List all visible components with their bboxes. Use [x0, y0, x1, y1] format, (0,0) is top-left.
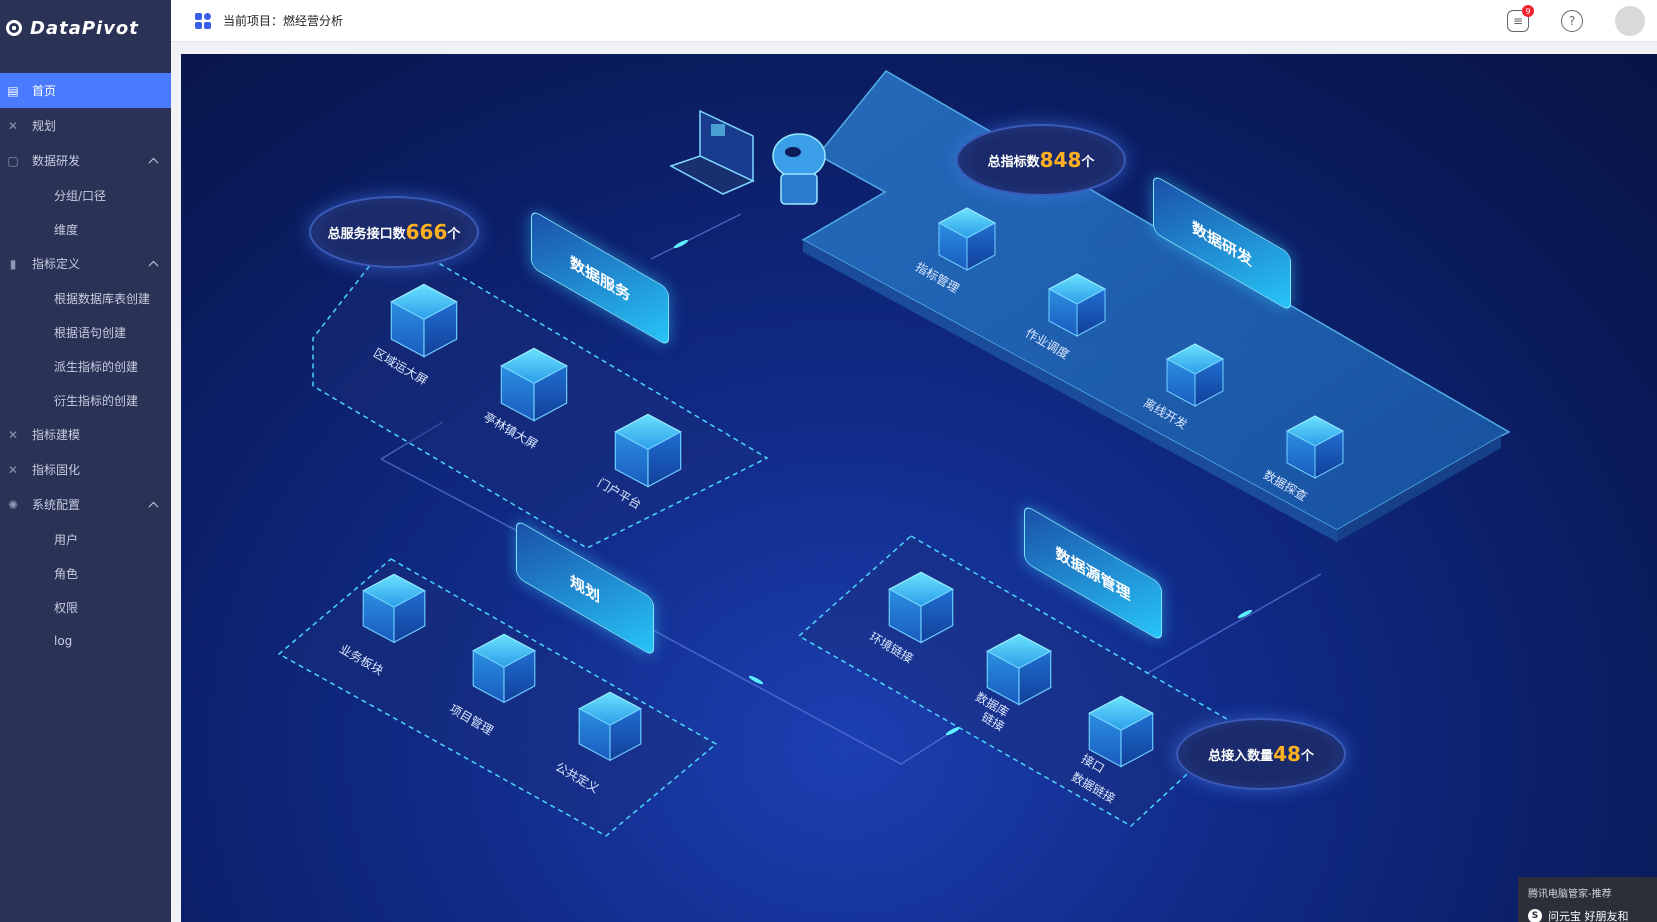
chevron-up-icon — [148, 157, 159, 168]
logo-text: DataPivot — [30, 17, 139, 39]
cube-icon[interactable] — [361, 572, 427, 645]
stat-oval-1: 总指标数 848 个 — [956, 124, 1126, 196]
stat-value: 48 — [1273, 742, 1301, 766]
tools-icon: ✕ — [7, 462, 19, 477]
sidebar-item-label: 用户 — [54, 532, 79, 547]
research-slab — [801, 70, 1511, 542]
cube-icon[interactable] — [389, 282, 459, 359]
stat-oval-0: 总服务接口数 666 个 — [309, 196, 479, 268]
sidebar-item-8[interactable]: 派生指标的创建 — [0, 349, 171, 383]
sidebar-item-10[interactable]: ✕ 指标建模 — [0, 417, 171, 452]
stat-label: 总接入数量 — [1208, 748, 1274, 764]
yuanbao-icon: S — [1528, 909, 1542, 922]
stat-value: 848 — [1039, 148, 1082, 172]
sidebar-item-label: 根据语句创建 — [54, 325, 127, 340]
avatar[interactable] — [1615, 6, 1645, 36]
cube-icon[interactable] — [937, 206, 997, 272]
current-project-label[interactable]: 当前项目：燃经营分析 — [223, 12, 343, 29]
sidebar-item-1[interactable]: ✕ 规划 — [0, 108, 171, 143]
robot-icon — [772, 133, 826, 205]
sidebar-item-6[interactable]: 根据数据库表创建 — [0, 281, 171, 315]
sidebar-item-label: log — [54, 634, 73, 648]
chevron-up-icon — [148, 501, 159, 512]
project-grid-icon[interactable] — [195, 12, 211, 29]
sidebar-item-label: 指标固化 — [32, 463, 81, 477]
sidebar-item-label: 根据数据库表创建 — [54, 291, 151, 306]
sidebar-item-label: 数据研发 — [32, 154, 81, 168]
architecture-diagram — [277, 70, 1511, 837]
logo-icon — [6, 20, 22, 36]
sidebar-item-0[interactable]: ▤ 首页 — [0, 73, 171, 108]
sidebar-item-label: 规划 — [32, 119, 57, 133]
cube-icon[interactable] — [1285, 414, 1345, 480]
stat-oval-2: 总接入数量 48 个 — [1176, 718, 1346, 790]
help-icon[interactable]: ? — [1561, 10, 1583, 32]
stat-unit: 个 — [1300, 748, 1314, 764]
sidebar-item-12[interactable]: ✺ 系统配置 — [0, 487, 171, 522]
home-icon: ▤ — [7, 83, 19, 98]
cube-icon[interactable] — [577, 690, 643, 763]
laptop-icon — [669, 109, 755, 195]
sidebar-item-16[interactable]: log — [0, 624, 171, 658]
app-logo[interactable]: DataPivot — [0, 0, 171, 56]
stat-unit: 个 — [1081, 154, 1095, 170]
cube-icon[interactable] — [887, 570, 955, 645]
sidebar-item-label: 指标定义 — [32, 257, 81, 271]
cube-icon[interactable] — [471, 632, 537, 705]
sidebar-item-label: 指标建模 — [32, 428, 81, 442]
cube-icon[interactable] — [613, 412, 683, 489]
tencent-popup[interactable]: 腾讯电脑管家-推荐 S 问元宝 好朋友和 — [1518, 877, 1657, 922]
sidebar-item-13[interactable]: 用户 — [0, 522, 171, 556]
cube-icon[interactable] — [499, 346, 569, 423]
bar-chart-icon: ▮ — [9, 256, 17, 271]
message-icon[interactable]: ≡ 9 — [1507, 5, 1534, 32]
sidebar-item-label: 派生指标的创建 — [54, 359, 139, 374]
sidebar-item-5[interactable]: ▮ 指标定义 — [0, 246, 171, 281]
stat-unit: 个 — [447, 226, 461, 242]
tools-icon: ✕ — [7, 118, 19, 133]
message-badge: 9 — [1522, 5, 1534, 17]
sidebar-item-11[interactable]: ✕ 指标固化 — [0, 452, 171, 487]
sidebar-item-label: 角色 — [54, 566, 79, 581]
popup-text: 问元宝 好朋友和 — [1548, 910, 1629, 922]
sidebar-menu: ▤ 首页 ✕ 规划 ▢ 数据研发分组/口径维度 ▮ 指标定义根据数据库表创建 根据语句创建 派生指… — [0, 73, 171, 658]
sidebar-item-2[interactable]: ▢ 数据研发 — [0, 143, 171, 178]
tools-icon: ✕ — [7, 427, 19, 442]
cube-icon[interactable] — [1165, 342, 1225, 408]
popup-title: 腾讯电脑管家-推荐 — [1528, 889, 1612, 900]
sidebar-item-label: 维度 — [54, 222, 79, 237]
sidebar-item-9[interactable]: 衍生指标的创建 — [0, 383, 171, 417]
overview-canvas: 总服务接口数 666 个总指标数 848 个总接入数量 48 个数据服务 数据研发 规划 数据源管… — [181, 54, 1657, 922]
sidebar-item-label: 衍生指标的创建 — [54, 393, 139, 408]
cube-icon[interactable] — [1047, 272, 1107, 338]
stat-value: 666 — [405, 220, 448, 244]
chevron-up-icon — [148, 260, 159, 271]
sidebar-item-label: 分组/口径 — [54, 188, 107, 203]
top-header: 当前项目：燃经营分析 ≡ 9 ? — [171, 0, 1657, 42]
sidebar-item-label: 权限 — [54, 600, 79, 615]
sidebar-item-label: 首页 — [32, 84, 57, 98]
stat-label: 总指标数 — [987, 154, 1040, 170]
book-icon: ▢ — [7, 153, 19, 168]
sidebar-item-15[interactable]: 权限 — [0, 590, 171, 624]
sidebar-item-14[interactable]: 角色 — [0, 556, 171, 590]
gear-icon: ✺ — [7, 497, 19, 512]
sidebar-item-7[interactable]: 根据语句创建 — [0, 315, 171, 349]
sidebar-item-3[interactable]: 分组/口径 — [0, 178, 171, 212]
sidebar-item-label: 系统配置 — [32, 498, 81, 512]
sidebar-item-4[interactable]: 维度 — [0, 212, 171, 246]
stat-label: 总服务接口数 — [327, 226, 406, 242]
sidebar: DataPivot ▤ 首页 ✕ 规划 ▢ 数据研发分组/口径维度 ▮ 指标定义根据数据库表创… — [0, 0, 171, 922]
